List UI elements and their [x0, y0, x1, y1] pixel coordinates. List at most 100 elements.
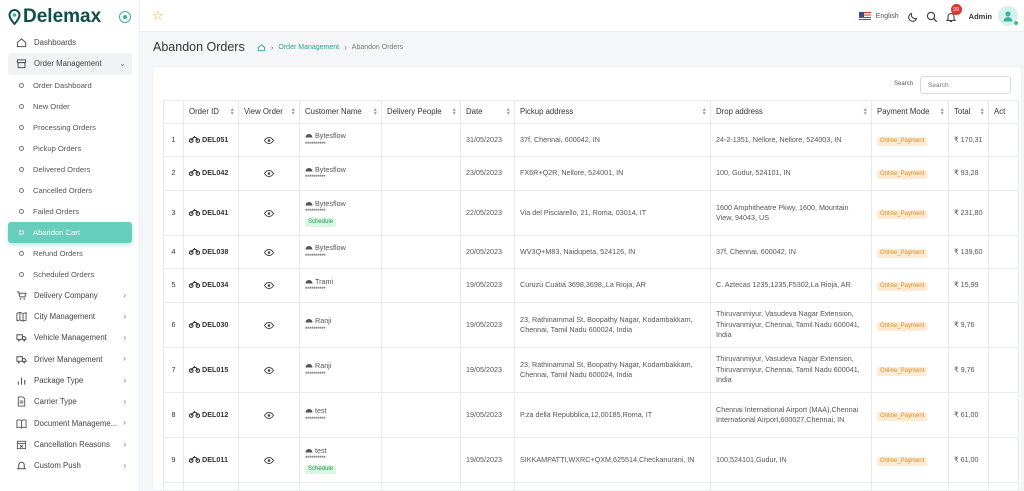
column-header[interactable]: Date ▲ ▼: [460, 100, 515, 124]
submenu-item-order-dashboard[interactable]: Order Dashboard: [8, 75, 132, 96]
order-id-cell[interactable]: DEL038: [183, 235, 239, 269]
motorbike-icon: [189, 365, 200, 373]
action-cell[interactable]: [988, 235, 1019, 269]
sidebar-item-delivery-company[interactable]: Delivery Company ›: [8, 285, 132, 306]
eye-icon[interactable]: [244, 209, 294, 217]
notification-bell-icon[interactable]: 99: [945, 4, 962, 23]
order-id-cell[interactable]: DEL034: [183, 268, 239, 303]
sidebar-item-cancellation-reasons[interactable]: Cancellation Reasons ›: [8, 434, 132, 455]
pickup-address-cell: 23, Rathinammal St, Boopathy Nagar, Koda…: [514, 347, 711, 393]
sort-icon[interactable]: ▲ ▼: [863, 107, 868, 117]
sort-icon[interactable]: ▲ ▼: [940, 107, 945, 117]
submenu-item-delivered-orders[interactable]: Delivered Orders: [8, 159, 132, 180]
order-id-cell[interactable]: DEL015: [183, 347, 239, 393]
sidebar-item-carrier-type[interactable]: Carrier Type ›: [8, 391, 132, 412]
submenu-item-pickup-orders[interactable]: Pickup Orders: [8, 138, 132, 159]
table-row[interactable]: 3 DEL041 Bytesflow ********** Schedule 22/05/…: [163, 190, 1019, 236]
action-cell[interactable]: [988, 347, 1019, 393]
star-icon[interactable]: ☆: [152, 8, 164, 24]
submenu-item-scheduled-orders[interactable]: Scheduled Orders: [8, 264, 132, 285]
sidebar-item-city-management[interactable]: City Management ›: [8, 306, 132, 327]
sidebar-item-document-manageme[interactable]: Document Manageme... ›: [8, 412, 132, 433]
action-cell[interactable]: [988, 437, 1019, 483]
action-cell[interactable]: [988, 302, 1019, 348]
total-cell: ₹ 170,31: [948, 123, 989, 157]
sidebar-item-vehicle-management[interactable]: Vehicle Management ›: [8, 327, 132, 348]
action-cell[interactable]: [988, 156, 1019, 191]
sidebar-item-order-management[interactable]: Order Management ⌄: [8, 53, 132, 75]
sort-icon[interactable]: ▲ ▼: [452, 107, 457, 117]
table-row[interactable]: 7 DEL015 Ranji ********** 19/05/2023 23, Rath…: [163, 347, 1019, 393]
order-id-cell[interactable]: DEL011: [183, 437, 239, 483]
eye-icon[interactable]: [244, 366, 294, 374]
eye-icon[interactable]: [244, 282, 294, 289]
column-header[interactable]: Act: [988, 100, 1019, 124]
action-cell[interactable]: [988, 123, 1019, 157]
submenu-item-processing-orders[interactable]: Processing Orders: [8, 117, 132, 138]
column-header[interactable]: View Order ▲ ▼: [238, 100, 300, 124]
eye-icon[interactable]: [244, 411, 294, 419]
us-flag-icon[interactable]: [858, 12, 871, 20]
language-selector[interactable]: English: [876, 13, 899, 20]
column-header[interactable]: Customer Name ▲ ▼: [299, 100, 382, 124]
sort-icon[interactable]: ▲ ▼: [373, 107, 378, 117]
table-row[interactable]: 8 DEL012 test ********** 19/05/2023 P.za dell…: [163, 392, 1019, 438]
sort-icon[interactable]: ▲ ▼: [506, 107, 511, 117]
sidebar-toggle-button[interactable]: [119, 11, 131, 23]
column-header[interactable]: Payment Mode ▲ ▼: [871, 100, 949, 124]
avatar[interactable]: [998, 6, 1019, 26]
table-row[interactable]: 9 DEL011 test ********** Schedule 19/05/2023 S…: [163, 437, 1019, 483]
action-cell[interactable]: [988, 392, 1019, 438]
sort-icon[interactable]: ▲ ▼: [230, 107, 235, 117]
moon-icon[interactable]: [907, 10, 919, 22]
order-id-cell[interactable]: DEL012: [183, 392, 239, 438]
breadcrumb-link[interactable]: Order Management: [278, 44, 339, 51]
sort-icon[interactable]: ▲ ▼: [980, 107, 985, 117]
order-id-cell[interactable]: DEL041: [183, 190, 239, 236]
motorbike-icon: [189, 247, 200, 255]
sort-icon[interactable]: ▲ ▼: [702, 107, 707, 117]
sidebar-item-label: Document Manageme...: [34, 418, 118, 428]
payment-mode-cell: Online_Payment: [871, 268, 949, 303]
sidebar-item-driver-management[interactable]: Driver Management ›: [8, 348, 132, 369]
column-header[interactable]: Pickup address ▲ ▼: [514, 100, 711, 124]
search-input[interactable]: [920, 76, 1011, 94]
table-row[interactable]: 6 DEL030 Ranji ********** 19/05/2023 23, Rath…: [163, 302, 1019, 348]
submenu-item-new-order[interactable]: New Order: [8, 96, 132, 117]
table-row[interactable]: [163, 482, 1019, 490]
user-icon: [1003, 11, 1013, 22]
user-name[interactable]: Admin: [969, 12, 992, 21]
logo[interactable]: Delemax: [8, 6, 101, 28]
order-id-cell[interactable]: DEL051: [183, 123, 239, 157]
submenu-item-cancelled-orders[interactable]: Cancelled Orders: [8, 180, 132, 201]
eye-icon[interactable]: [244, 248, 294, 256]
eye-icon[interactable]: [244, 456, 294, 464]
action-cell[interactable]: [988, 268, 1019, 303]
submenu-item-refund-orders[interactable]: Refund Orders: [8, 243, 132, 264]
home-icon[interactable]: [257, 43, 266, 52]
eye-icon[interactable]: [244, 170, 294, 177]
table-row[interactable]: 5 DEL034 Trami ********** 19/05/2023 Curuzú C…: [163, 268, 1019, 303]
column-header[interactable]: Total ▲ ▼: [948, 100, 989, 124]
submenu-item-abandon-cart[interactable]: Abandon Cart: [8, 221, 132, 243]
sidebar-item-dashboards[interactable]: Dashboards: [8, 32, 132, 53]
column-header[interactable]: Drop address ▲ ▼: [710, 100, 872, 124]
search-icon[interactable]: [926, 10, 938, 23]
sidebar-item-custom-push[interactable]: Custom Push ›: [8, 455, 132, 476]
eye-icon[interactable]: [244, 136, 294, 144]
action-cell[interactable]: [988, 190, 1019, 236]
sidebar-item-package-type[interactable]: Package Type ›: [8, 370, 132, 391]
row-number: 8: [163, 392, 184, 438]
submenu-item-failed-orders[interactable]: Failed Orders: [8, 201, 132, 222]
order-id-cell[interactable]: DEL030: [183, 302, 239, 348]
table-row[interactable]: 1 DEL051 Bytesflow ********** 31/05/2023 37f,…: [163, 123, 1019, 157]
column-header[interactable]: Delivery People ▲ ▼: [381, 100, 461, 124]
order-id-cell[interactable]: DEL042: [183, 156, 239, 191]
eye-icon[interactable]: [244, 321, 294, 329]
column-header[interactable]: Order ID ▲ ▼: [183, 100, 239, 124]
table-row[interactable]: 4 DEL038 Bytesflow ********** 20/05/2023 WV3Q…: [163, 235, 1019, 269]
sort-icon[interactable]: ▲ ▼: [291, 107, 296, 117]
column-header[interactable]: [163, 100, 184, 124]
payment-mode-cell: Online_Payment: [871, 347, 949, 393]
table-row[interactable]: 2 DEL042 Bytesflow ********** 23/05/2023 FX6R…: [163, 156, 1019, 191]
